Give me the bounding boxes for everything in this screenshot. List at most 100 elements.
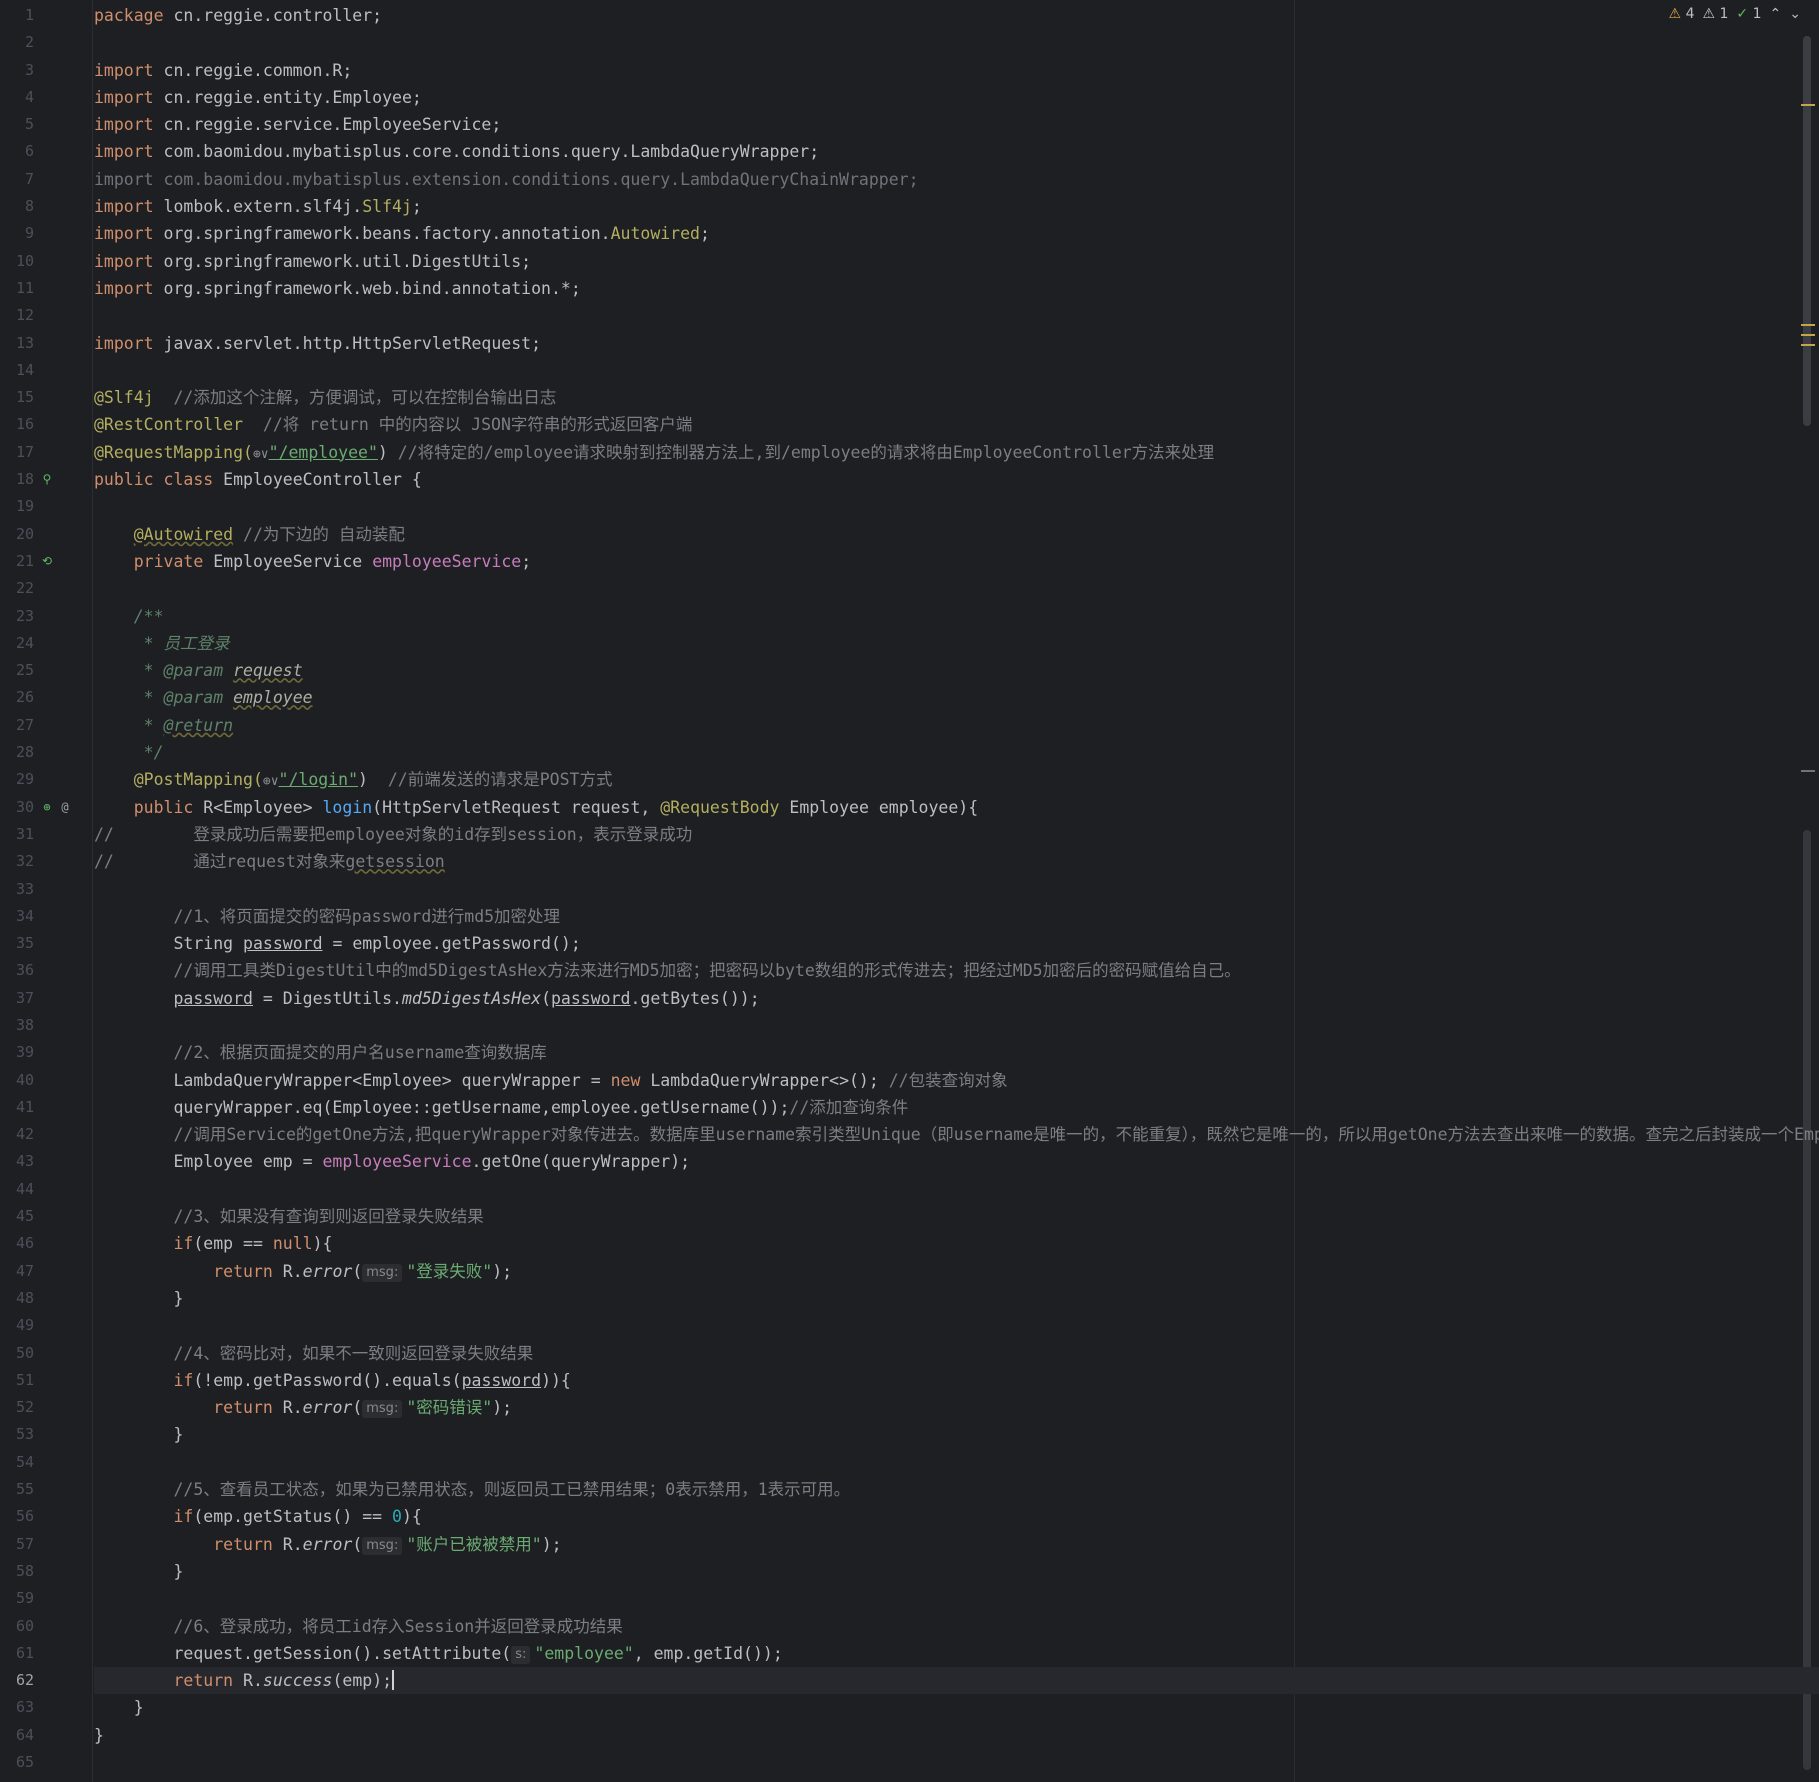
code-line[interactable]: 12 xyxy=(16,302,1819,329)
line-number: 61 xyxy=(15,1643,34,1662)
code-token: import xyxy=(94,197,154,217)
code-line[interactable]: 54 xyxy=(16,1449,1819,1476)
code-line[interactable]: 64} xyxy=(16,1722,1819,1749)
url-link[interactable]: "/login" xyxy=(279,770,358,789)
code-token: LambdaQueryWrapper<>(); xyxy=(640,1070,889,1090)
code-line[interactable]: 42 //调用Service的getOne方法,把queryWrapper对象传… xyxy=(16,1121,1819,1148)
chevron-down-icon[interactable]: ∨ xyxy=(271,768,279,795)
code-line[interactable]: 37 password = DigestUtils.md5DigestAsHex… xyxy=(16,985,1819,1012)
code-comment: //包装查询对象 xyxy=(888,1070,1008,1090)
code-line[interactable]: 33 xyxy=(16,876,1819,903)
doc-tag: @return xyxy=(163,715,234,735)
code-line[interactable]: 21 ⟲ private EmployeeService employeeServ… xyxy=(16,548,1819,575)
code-editor[interactable]: ⚠ 4 ⚠ 1 ✓ 1 ⌃ ⌄ 1 package cn.reggie.contr… xyxy=(0,0,1819,1782)
autowired-bean-icon[interactable]: ⟲ xyxy=(40,554,54,568)
code-line[interactable]: 10 import org.springframework.util.Digest… xyxy=(16,248,1819,275)
code-comment: // 通过request对象来 xyxy=(94,852,346,872)
code-token: @RequestMapping( xyxy=(94,442,253,462)
code-line[interactable]: 55 //5、查看员工状态，如果为已禁用状态，则返回员工已禁用结果；0表示禁用，… xyxy=(16,1476,1819,1503)
code-line[interactable]: 31 // 登录成功后需要把employee对象的id存到session，表示登录… xyxy=(16,821,1819,848)
code-token: ) xyxy=(358,770,388,790)
code-line[interactable]: 48 } xyxy=(16,1285,1819,1312)
code-area[interactable]: 1 package cn.reggie.controller; 2 3 import… xyxy=(16,2,1819,1776)
line-number: 65 xyxy=(15,1753,34,1771)
code-line[interactable]: 26 * @param employee xyxy=(16,684,1819,711)
code-line[interactable]: 41 queryWrapper.eq(Employee::getUsername… xyxy=(16,1094,1819,1121)
code-token: org.springframework.beans.factory.annota… xyxy=(153,224,611,244)
code-line[interactable]: 52 return R.error(msg: "密码错误"); xyxy=(16,1394,1819,1421)
code-line[interactable]: 16 @RestController //将 return 中的内容以 JSON字… xyxy=(16,411,1819,438)
code-line[interactable]: 36 //调用工具类DigestUtil中的md5DigestAsHex方法来进… xyxy=(16,957,1819,984)
code-comment: //为下边的 自动装配 xyxy=(233,524,405,544)
code-token: return xyxy=(213,1261,273,1281)
code-line[interactable]: 46 if(emp == null){ xyxy=(16,1230,1819,1257)
code-line[interactable]: 27 * @return xyxy=(16,712,1819,739)
code-line[interactable]: 2 xyxy=(25,29,1819,56)
code-line[interactable]: 29 @PostMapping(⊕∨"/login") //前端发送的请求是PO… xyxy=(16,766,1819,795)
code-line[interactable]: 45 //3、如果没有查询到则返回登录失败结果 xyxy=(16,1203,1819,1230)
code-line[interactable]: 58 } xyxy=(16,1558,1819,1585)
code-token: @PostMapping( xyxy=(133,770,263,790)
code-line[interactable]: 4 import cn.reggie.entity.Employee; xyxy=(25,84,1819,111)
code-line[interactable]: 47 return R.error(msg: "登录失败"); xyxy=(16,1258,1819,1285)
code-line[interactable]: 28 */ xyxy=(16,739,1819,766)
code-line[interactable]: 19 xyxy=(16,493,1819,520)
code-line[interactable]: 20 @Autowired //为下边的 自动装配 xyxy=(16,521,1819,548)
annotation-at-icon[interactable]: @ xyxy=(58,800,72,814)
code-line[interactable]: 7 import com.baomidou.mybatisplus.extensi… xyxy=(25,166,1819,193)
current-line[interactable]: 62 return R.success(emp); xyxy=(16,1667,1819,1695)
code-line[interactable]: 53 } xyxy=(16,1421,1819,1448)
code-line[interactable]: 5 import cn.reggie.service.EmployeeServic… xyxy=(25,111,1819,138)
code-line[interactable]: 60 //6、登录成功，将员工id存入Session并返回登录成功结果 xyxy=(16,1613,1819,1640)
line-number: 55 xyxy=(15,1480,34,1499)
web-endpoint-icon[interactable]: ⊕ xyxy=(40,800,54,814)
code-line[interactable]: 9 import org.springframework.beans.factor… xyxy=(25,220,1819,247)
code-line[interactable]: 34 //1、将页面提交的密码password进行md5加密处理 xyxy=(16,903,1819,930)
line-number: 5 xyxy=(24,115,34,134)
chevron-down-icon[interactable]: ∨ xyxy=(261,441,269,468)
code-token: R. xyxy=(272,1261,303,1281)
code-line[interactable]: 14 xyxy=(16,357,1819,384)
code-line[interactable]: 25 * @param request xyxy=(16,657,1819,684)
web-icon[interactable]: ⊕ xyxy=(253,441,261,468)
code-line[interactable]: 3 import cn.reggie.common.R; xyxy=(25,57,1819,84)
code-line[interactable]: 51 if(!emp.getPassword().equals(password… xyxy=(16,1367,1819,1394)
code-line[interactable]: 24 * 员工登录 xyxy=(16,630,1819,657)
code-line[interactable]: 15 @Slf4j //添加这个注解，方便调试，可以在控制台输出日志 xyxy=(16,384,1819,411)
code-line[interactable]: 65 xyxy=(16,1749,1819,1776)
code-line[interactable]: 17 @RequestMapping(⊕∨"/employee") //将特定的/… xyxy=(16,439,1819,468)
code-line[interactable]: 56 if(emp.getStatus() == 0){ xyxy=(16,1503,1819,1530)
code-line[interactable]: 35 String password = employee.getPasswor… xyxy=(16,930,1819,957)
code-token: cn.reggie.controller; xyxy=(163,6,383,25)
code-line[interactable]: 61 request.getSession().setAttribute(s: "… xyxy=(16,1640,1819,1667)
web-icon[interactable]: ⊕ xyxy=(263,768,271,795)
code-line[interactable]: 50 //4、密码比对，如果不一致则返回登录失败结果 xyxy=(16,1340,1819,1367)
code-token: Employee emp = xyxy=(173,1152,323,1172)
code-line[interactable]: 30 ⊕ @ public R<Employee> login(HttpServle… xyxy=(16,794,1819,821)
code-line[interactable]: 40 LambdaQueryWrapper<Employee> queryWra… xyxy=(16,1067,1819,1094)
code-comment: //5、查看员工状态，如果为已禁用状态，则返回员工已禁用结果；0表示禁用，1表示… xyxy=(173,1480,851,1500)
line-number: 27 xyxy=(15,715,34,734)
code-line[interactable]: 1 package cn.reggie.controller; xyxy=(25,2,1819,29)
code-line[interactable]: 63 } xyxy=(16,1694,1819,1721)
code-line[interactable]: 38 xyxy=(16,1012,1819,1039)
bean-icon[interactable]: ⚲ xyxy=(40,472,54,486)
code-line[interactable]: 18 ⚲ public class EmployeeController { xyxy=(16,466,1819,493)
code-comment: //将特定的/employee请求映射到控制器方法上,到/employee的请求… xyxy=(397,442,1215,462)
code-line[interactable]: 43 Employee emp = employeeService.getOne… xyxy=(16,1148,1819,1175)
code-line[interactable]: 23 /** xyxy=(16,603,1819,630)
code-line[interactable]: 32 // 通过request对象来getsession xyxy=(16,848,1819,875)
line-number: 17 xyxy=(15,442,34,461)
code-line[interactable]: 49 xyxy=(16,1312,1819,1339)
code-line[interactable]: 57 return R.error(msg: "账户已被被禁用"); xyxy=(16,1531,1819,1558)
code-line[interactable]: 11 import org.springframework.web.bind.an… xyxy=(16,275,1819,302)
code-line[interactable]: 22 xyxy=(16,575,1819,602)
code-line[interactable]: 6 import com.baomidou.mybatisplus.core.co… xyxy=(25,138,1819,165)
code-line[interactable]: 44 xyxy=(16,1176,1819,1203)
code-line[interactable]: 39 //2、根据页面提交的用户名username查询数据库 xyxy=(16,1039,1819,1066)
line-number: 3 xyxy=(24,60,34,79)
code-line[interactable]: 8 import lombok.extern.slf4j.Slf4j; xyxy=(25,193,1819,220)
url-link[interactable]: "/employee" xyxy=(269,443,378,462)
code-line[interactable]: 13 import javax.servlet.http.HttpServletR… xyxy=(16,330,1819,357)
code-line[interactable]: 59 xyxy=(16,1585,1819,1612)
